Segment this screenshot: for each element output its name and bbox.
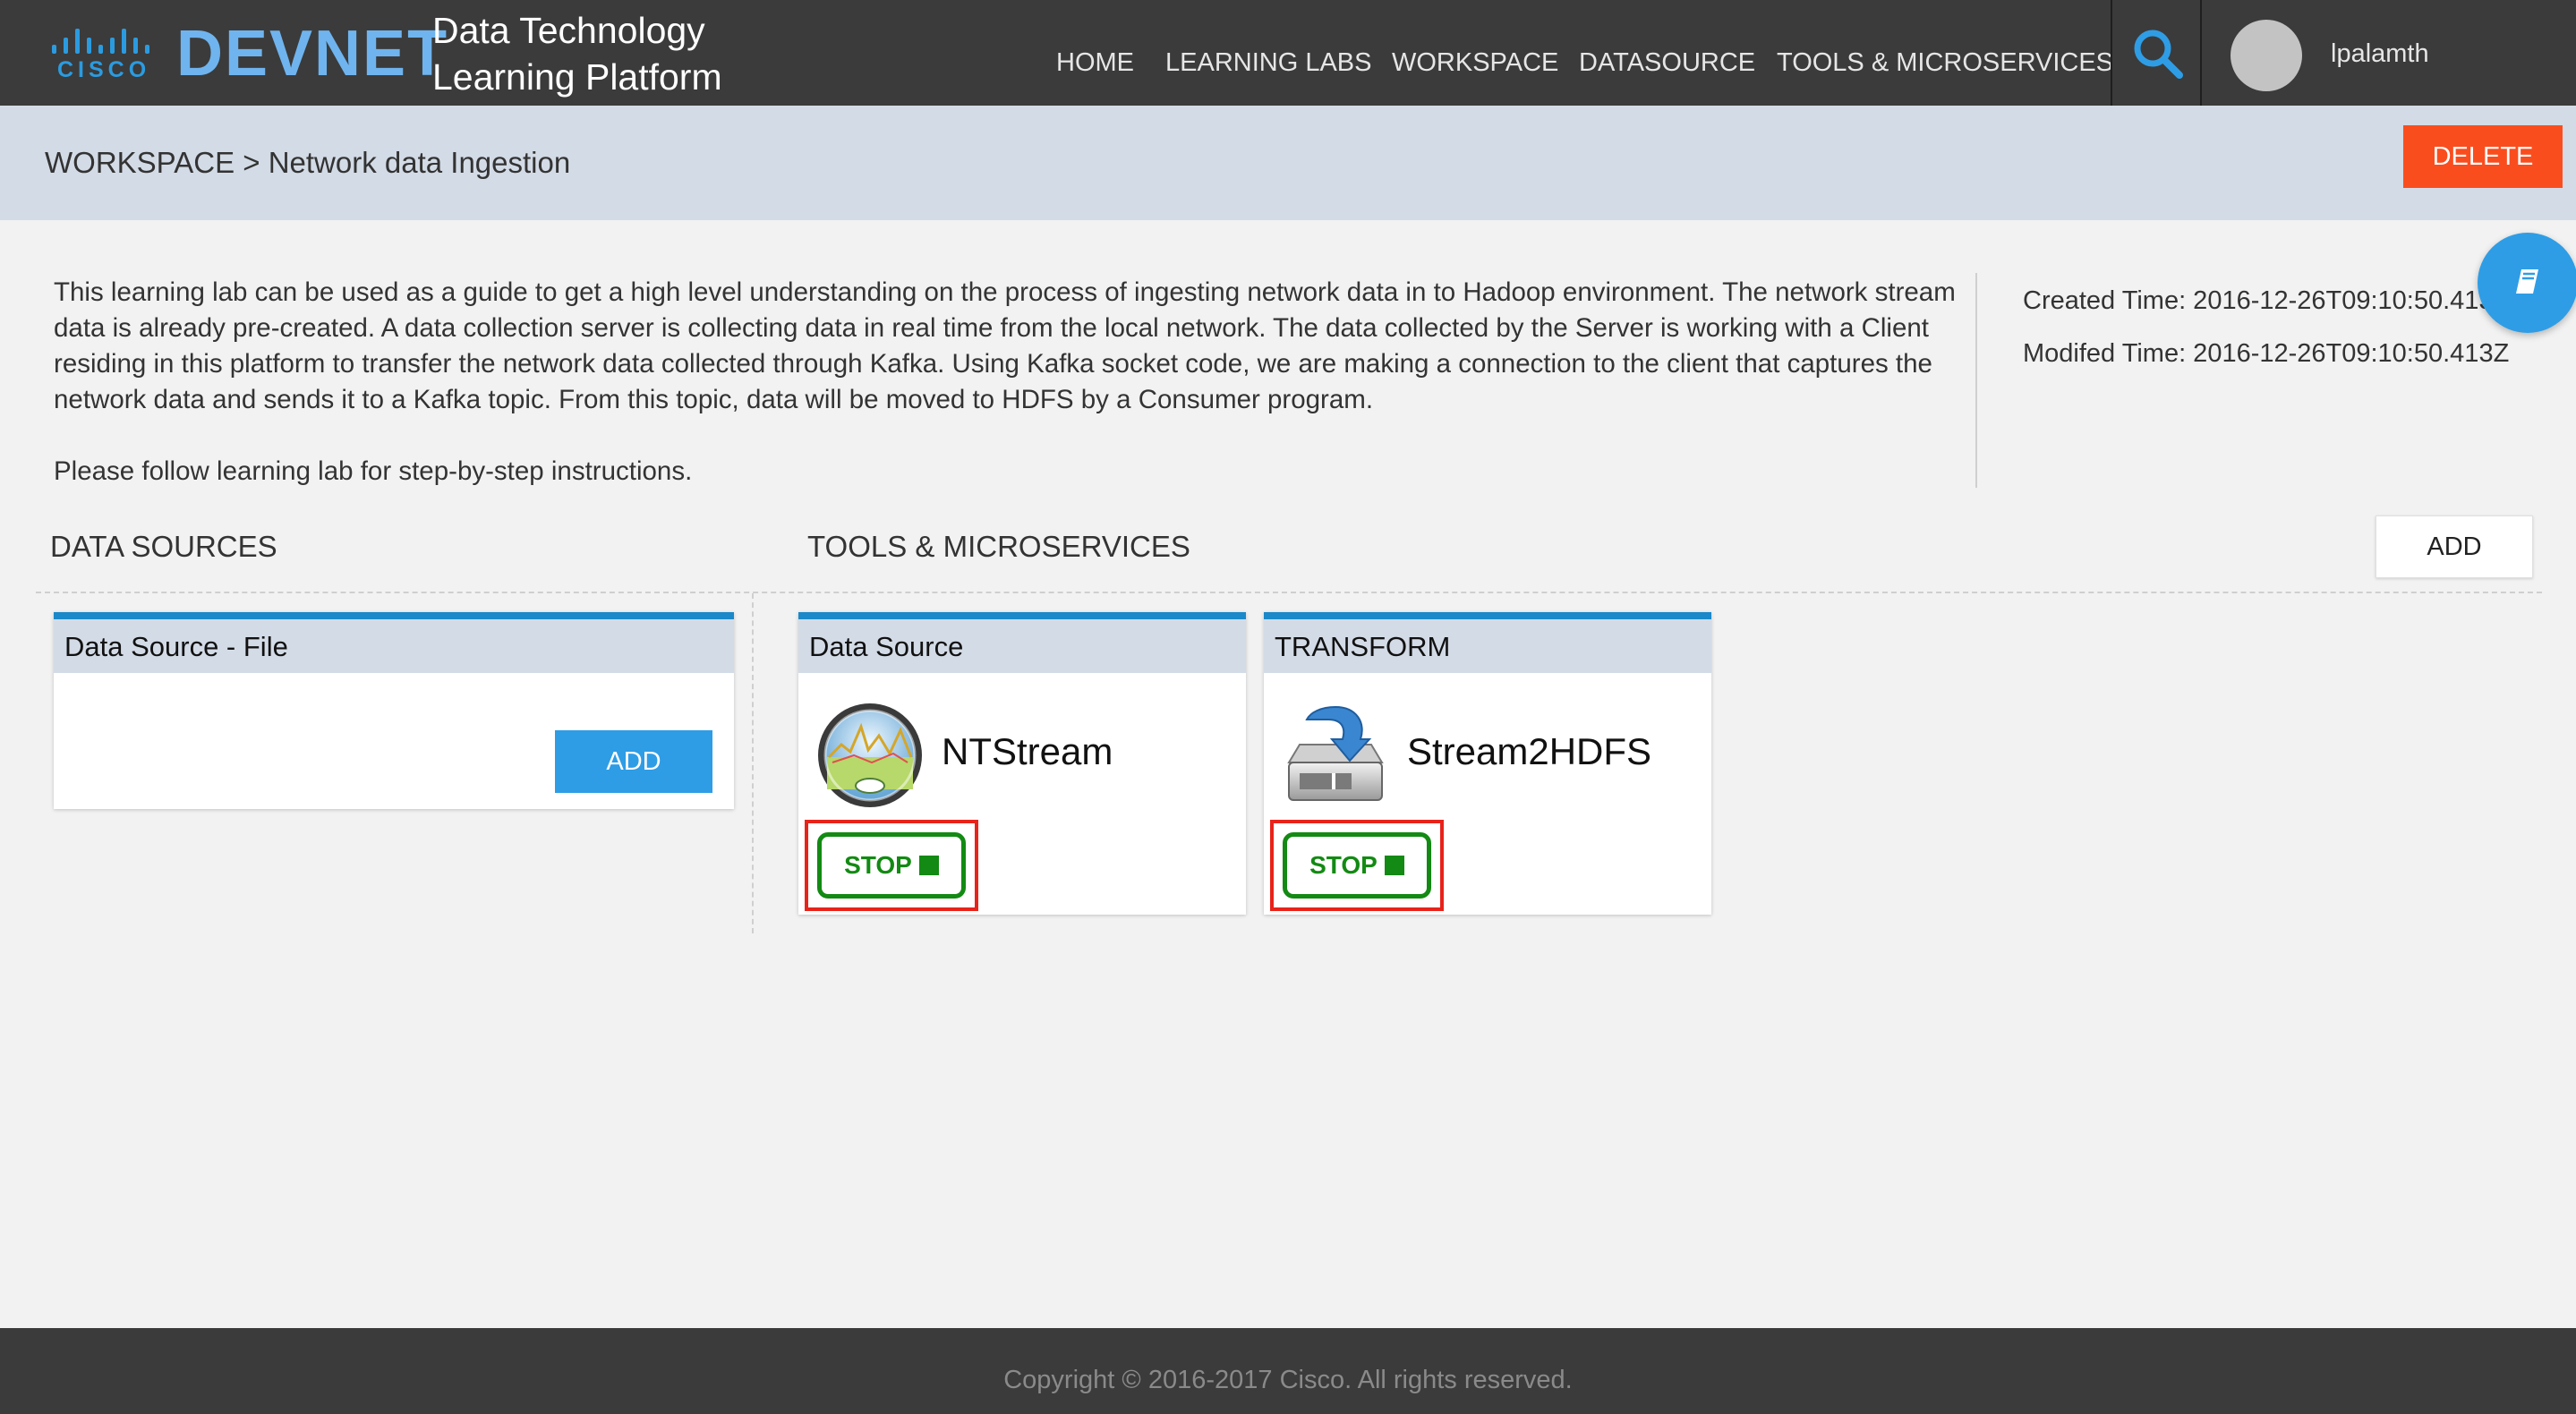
stop-square-icon [918,856,939,875]
column-divider [752,593,754,933]
disk-download-icon [1287,705,1384,801]
nav-learning-labs[interactable]: LEARNING LABS [1165,45,1371,81]
tool-name: Stream2HDFS [1407,730,1652,772]
book-icon [2516,269,2538,294]
learning-lab-button[interactable] [2478,233,2576,333]
workspace-description: This learning lab can be used as a guide… [54,275,1969,490]
top-navigation-bar: CISCO DEVNET Data Technology Learning Pl… [0,0,2576,106]
footer: Copyright © 2016-2017 Cisco. All rights … [0,1328,2576,1414]
data-sources-title: DATA SOURCES [50,530,277,563]
nav-home[interactable]: HOME [1056,45,1134,81]
tool-name: NTStream [942,730,1113,772]
stop-label: STOP [844,851,912,879]
cisco-bars-icon [52,27,152,54]
delete-button[interactable]: DELETE [2403,125,2563,188]
platform-title: Data Technology Learning Platform [432,7,722,100]
nav-datasource[interactable]: DATASOURCE [1579,45,1755,81]
tool-card-type: Data Source [798,619,1246,673]
cisco-wordmark: CISCO [57,57,151,82]
stop-highlight: STOP [805,820,978,911]
stop-highlight: STOP [1270,820,1444,911]
add-data-source-button[interactable]: ADD [555,730,712,793]
search-icon [2134,30,2183,79]
search-button[interactable] [2112,0,2200,106]
created-time: Created Time: 2016-12-26T09:10:50.413Z [2023,286,2510,315]
username[interactable]: lpalamth [2331,39,2429,69]
tool-card-stream2hdfs[interactable]: TRANSFORM Stream2HDFS STOP [1264,612,1711,915]
platform-title-line2: Learning Platform [432,56,722,98]
cisco-logo[interactable]: CISCO [52,27,152,82]
network-meter-icon [818,703,922,807]
nav-divider [2200,0,2202,106]
add-tool-button[interactable]: ADD [2376,515,2533,578]
breadcrumb: WORKSPACE > Network data Ingestion [45,146,571,179]
stop-label: STOP [1309,851,1378,879]
data-source-card: Data Source - File ADD [54,612,734,809]
stop-button[interactable]: STOP [817,832,966,899]
devnet-logo[interactable]: DEVNET [176,18,448,89]
nav-workspace[interactable]: WORKSPACE [1392,45,1558,81]
platform-title-line1: Data Technology [432,10,705,51]
breadcrumb-bar: WORKSPACE > Network data Ingestion DELET… [0,106,2576,220]
section-divider [36,592,2542,593]
meta-divider [1975,273,1977,488]
nav-tools-microservices[interactable]: TOOLS & MICROSERVICES [1777,45,2113,81]
modified-time: Modifed Time: 2016-12-26T09:10:50.413Z [2023,339,2510,368]
tool-card-ntstream[interactable]: Data Source NTStream STOP [798,612,1246,915]
description-paragraph: This learning lab can be used as a guide… [54,277,1956,414]
tools-microservices-title: TOOLS & MICROSERVICES [807,530,1190,563]
avatar[interactable] [2231,20,2302,91]
stop-button[interactable]: STOP [1283,832,1431,899]
tool-card-type: TRANSFORM [1264,619,1711,673]
stop-square-icon [1384,856,1404,875]
data-source-card-title: Data Source - File [54,619,734,673]
copyright: Copyright © 2016-2017 Cisco. All rights … [1003,1366,1573,1394]
instructions-note: Please follow learning lab for step-by-s… [54,456,693,486]
